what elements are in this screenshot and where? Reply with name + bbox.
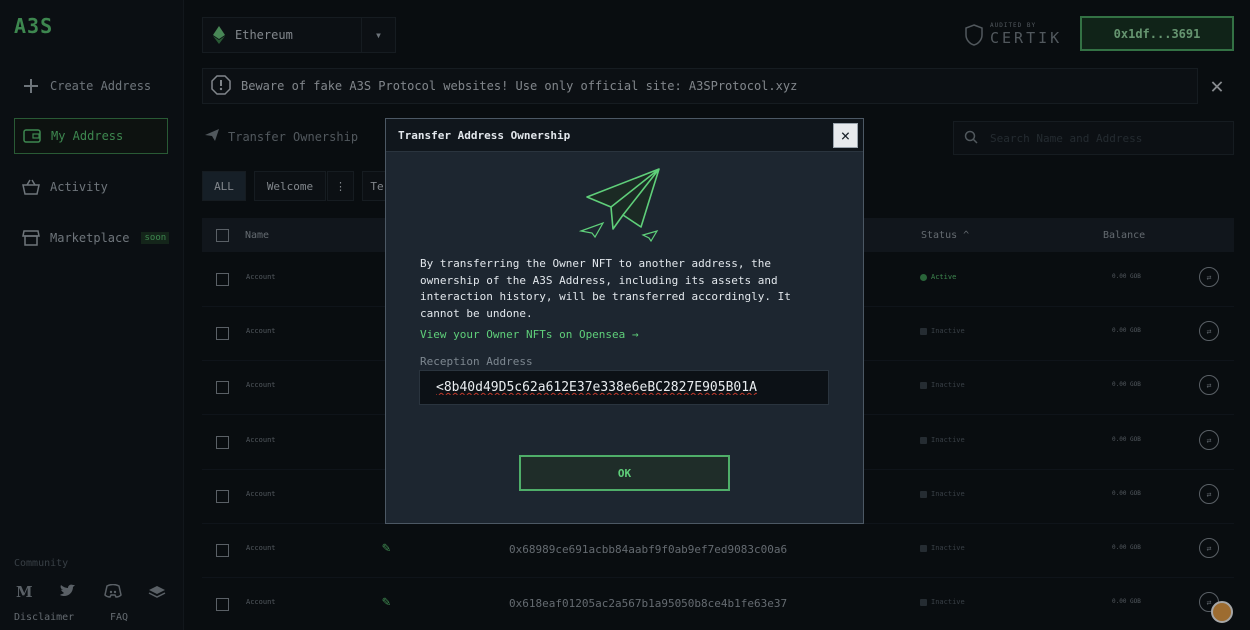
transfer-modal: Transfer Address Ownership × By transfer… bbox=[385, 118, 864, 524]
reception-address-input[interactable] bbox=[419, 370, 829, 405]
opensea-link[interactable]: View your Owner NFTs on Opensea → bbox=[420, 328, 639, 341]
paper-plane-icon bbox=[578, 167, 669, 248]
field-label: Reception Address bbox=[420, 355, 533, 368]
modal-description: By transferring the Owner NFT to another… bbox=[420, 257, 791, 320]
close-icon[interactable]: × bbox=[833, 123, 858, 148]
ok-button[interactable]: OK bbox=[519, 455, 730, 491]
modal-title: Transfer Address Ownership bbox=[386, 119, 863, 152]
